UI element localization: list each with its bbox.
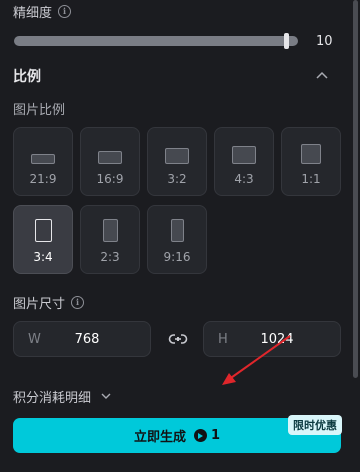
- width-prefix: W: [28, 331, 41, 347]
- ratio-3-4-icon: [34, 219, 52, 242]
- ratio-option-16-9[interactable]: 16:9: [80, 127, 140, 196]
- ratio-label: 21:9: [29, 172, 57, 186]
- credit-cost: 1: [193, 428, 221, 443]
- ratio-option-2-3[interactable]: 2:3: [80, 205, 140, 274]
- ratio-option-3-4[interactable]: 3:4: [13, 205, 73, 274]
- cost-details-label: 积分消耗明细: [13, 391, 92, 406]
- ratio-option-1-1[interactable]: 1:1: [281, 127, 341, 196]
- ratio-label: 2:3: [100, 250, 120, 264]
- ratio-9-16-icon: [170, 219, 184, 242]
- fineness-slider[interactable]: [14, 36, 298, 46]
- image-size-row: 图片尺寸 i: [13, 293, 85, 312]
- ratio-label: 3:4: [33, 250, 53, 264]
- info-icon[interactable]: i: [58, 5, 72, 18]
- ratio-1-1-icon: [301, 144, 321, 164]
- fineness-label: 精细度: [13, 6, 53, 21]
- ratio-21-9-icon: [31, 154, 55, 164]
- annotation-arrow-icon: [222, 335, 291, 385]
- fineness-row: 精细度 i: [13, 2, 72, 21]
- width-value[interactable]: 768: [68, 332, 136, 347]
- generate-label: 立即生成: [133, 430, 186, 445]
- ratio-label: 1:1: [301, 172, 321, 186]
- ratio-label: 4:3: [234, 172, 254, 186]
- ratio-4-3-icon: [232, 146, 256, 164]
- fineness-value: 10: [316, 34, 333, 49]
- fineness-slider-handle[interactable]: [283, 33, 289, 49]
- credit-amount: 1: [210, 428, 221, 443]
- image-ratio-label: 图片比例: [13, 103, 66, 118]
- info-icon[interactable]: i: [71, 296, 85, 309]
- ratio-option-21-9[interactable]: 21:9: [13, 127, 73, 196]
- ratio-label: 16:9: [96, 172, 124, 186]
- scrollbar[interactable]: [353, 0, 358, 378]
- image-size-label: 图片尺寸: [13, 297, 66, 312]
- ratio-2-3-icon: [102, 219, 118, 242]
- ratio-label: 3:2: [167, 172, 187, 186]
- ratio-16-9-icon: [98, 151, 122, 164]
- promo-badge: 限时优惠: [288, 415, 342, 435]
- ratio-label: 9:16: [163, 250, 191, 264]
- credit-coin-icon: [193, 429, 207, 442]
- width-input[interactable]: W 768: [13, 321, 151, 357]
- ratio-section-title: 比例: [13, 69, 41, 85]
- ratio-option-3-2[interactable]: 3:2: [147, 127, 207, 196]
- chevron-down-icon: [101, 393, 111, 399]
- ratio-3-2-icon: [165, 148, 189, 164]
- ratio-option-4-3[interactable]: 4:3: [214, 127, 274, 196]
- link-icon[interactable]: [168, 331, 188, 347]
- ratio-option-9-16[interactable]: 9:16: [147, 205, 207, 274]
- cost-details-toggle[interactable]: 积分消耗明细: [13, 387, 111, 406]
- chevron-up-icon[interactable]: [316, 70, 328, 80]
